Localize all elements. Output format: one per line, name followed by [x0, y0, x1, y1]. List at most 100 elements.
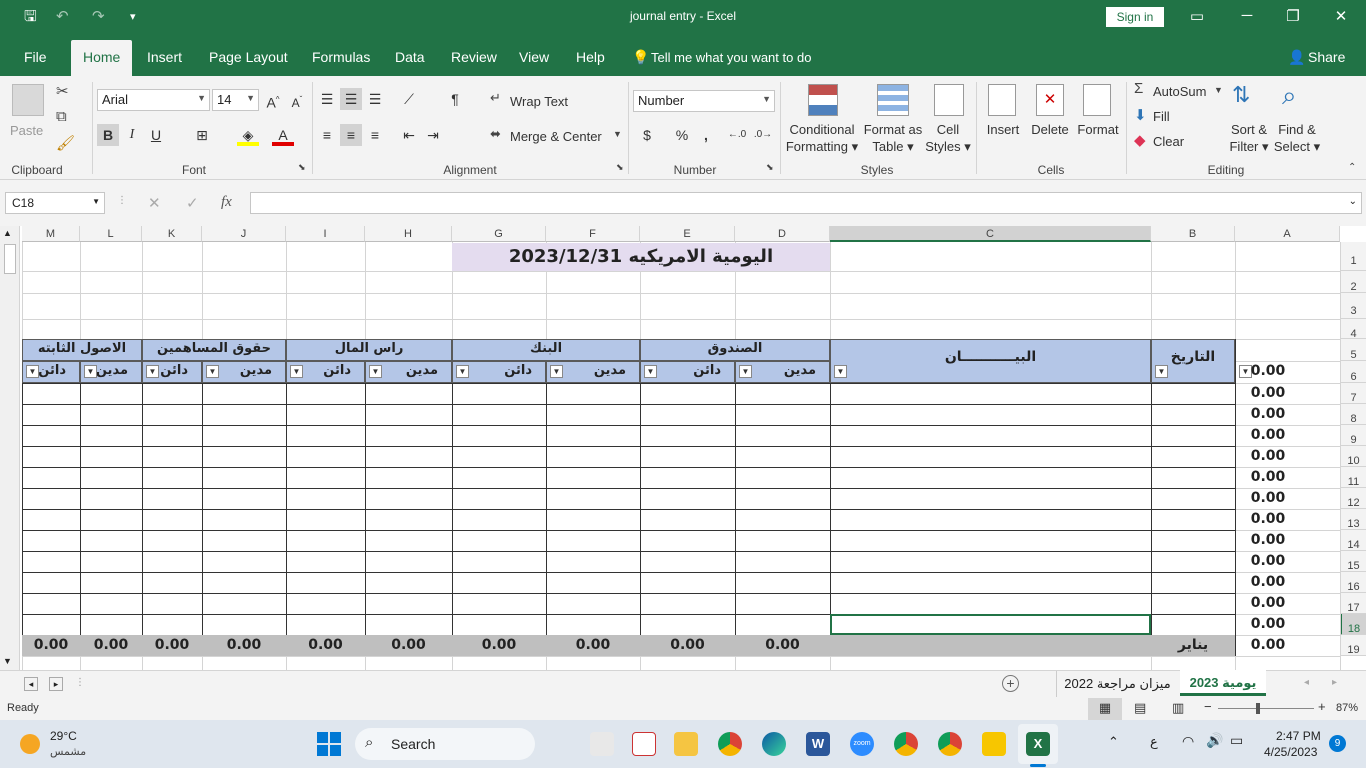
wrap-text-icon[interactable]: ↵	[490, 90, 501, 106]
insert-function-button[interactable]: fx	[221, 194, 232, 211]
tab-split-icon[interactable]: ⋮	[75, 677, 85, 688]
windows-start-icon[interactable]	[317, 732, 341, 756]
worksheet-grid[interactable]: MLKJIHGFEDCBA 1 2 3 4 5 6 7 8 9 10 11 12 13 14 15 16 17 1…	[0, 226, 1366, 670]
chrome-icon[interactable]	[718, 732, 742, 756]
task-view-icon[interactable]	[590, 732, 614, 756]
copy-icon[interactable]: ⧉	[56, 108, 67, 125]
bold-button[interactable]: B	[97, 124, 119, 146]
format-painter-icon[interactable]: 🖌	[56, 134, 75, 152]
word-icon[interactable]: W	[806, 732, 830, 756]
autosum-button[interactable]: AutoSum	[1153, 83, 1206, 100]
vertical-scrollbar[interactable]: ▲ ▼	[0, 226, 20, 670]
conditional-formatting-button[interactable]: Conditional Formatting ▾	[785, 121, 859, 155]
weather-temp[interactable]: 29°C	[50, 729, 77, 743]
row-header-18[interactable]: 18	[1340, 614, 1366, 635]
tray-chevron-icon[interactable]: ⌃	[1108, 734, 1119, 750]
align-right-icon[interactable]: ≡	[364, 124, 386, 146]
align-middle-icon[interactable]: ☰	[340, 88, 362, 110]
row-header-16[interactable]: 16	[1340, 572, 1366, 593]
format-as-table-button[interactable]: Format as Table ▾	[860, 121, 926, 155]
row-header-7[interactable]: 7	[1340, 383, 1366, 404]
filter-dropdown-icon[interactable]: ▼	[739, 365, 752, 378]
battery-icon[interactable]: ▭	[1230, 732, 1243, 749]
clock-time[interactable]: 2:47 PM	[1276, 729, 1321, 743]
tab-file[interactable]: File	[24, 49, 47, 65]
row-header-2[interactable]: 2	[1340, 271, 1366, 293]
alignment-dialog-launcher-icon[interactable]: ⬊	[616, 162, 624, 173]
chrome-profile-2-icon[interactable]	[938, 732, 962, 756]
eraser-icon[interactable]: ◆	[1134, 131, 1146, 149]
filter-dropdown-icon[interactable]: ▼	[369, 365, 382, 378]
tab-formulas[interactable]: Formulas	[312, 49, 370, 65]
sort-filter-button[interactable]: Sort & Filter ▾	[1224, 121, 1274, 155]
merge-center-icon[interactable]: ⬌	[490, 126, 501, 142]
currency-button[interactable]: $	[636, 124, 658, 146]
increase-indent-icon[interactable]: ⇥	[422, 124, 444, 146]
cell-styles-icon[interactable]	[934, 84, 964, 116]
scroll-down-icon[interactable]: ▼	[3, 656, 12, 666]
fill-icon[interactable]: ⬇	[1134, 106, 1147, 124]
column-header-l[interactable]: L	[80, 226, 142, 242]
volume-icon[interactable]: 🔊	[1206, 732, 1223, 749]
column-header-d[interactable]: D	[735, 226, 830, 242]
row-header-13[interactable]: 13	[1340, 509, 1366, 530]
align-bottom-icon[interactable]: ☰	[364, 88, 386, 110]
confirm-entry-icon[interactable]: ✓	[186, 194, 199, 212]
tab-help[interactable]: Help	[576, 49, 605, 65]
tell-me-box[interactable]: Tell me what you want to do	[651, 50, 811, 65]
merge-dropdown-icon[interactable]: ▼	[613, 129, 622, 139]
collapse-ribbon-icon[interactable]: ⌃	[1348, 162, 1356, 173]
align-left-icon[interactable]: ≡	[316, 124, 338, 146]
column-header-m[interactable]: M	[22, 226, 80, 242]
tab-insert[interactable]: Insert	[147, 49, 182, 65]
merge-center-button[interactable]: Merge & Center	[510, 128, 602, 145]
new-sheet-button[interactable]: +	[1002, 675, 1019, 692]
insert-cells-icon[interactable]	[988, 84, 1016, 116]
filter-dropdown-icon[interactable]: ▼	[146, 365, 159, 378]
column-header-i[interactable]: I	[286, 226, 365, 242]
row-header-19[interactable]: 19	[1340, 635, 1366, 656]
formula-input[interactable]: ⌄	[250, 192, 1362, 214]
minimize-button[interactable]: ─	[1232, 7, 1262, 24]
edge-icon[interactable]	[762, 732, 786, 756]
filter-dropdown-icon[interactable]: ▼	[26, 365, 39, 378]
page-layout-view-icon[interactable]: ▤	[1134, 700, 1146, 716]
font-name-combo[interactable]: Arial ▼	[97, 89, 210, 111]
cut-icon[interactable]: ✂	[56, 82, 69, 100]
decrease-font-icon[interactable]: Aˇ	[286, 89, 308, 111]
cancel-entry-icon[interactable]: ✕	[148, 194, 161, 212]
zoom-slider-thumb[interactable]	[1256, 703, 1260, 714]
paste-button[interactable]: Paste	[10, 122, 43, 139]
scroll-right-icon[interactable]: ▸	[1332, 677, 1337, 688]
paste-icon[interactable]	[12, 84, 44, 116]
clock-date[interactable]: 4/25/2023	[1264, 745, 1317, 759]
filter-dropdown-icon[interactable]: ▼	[834, 365, 847, 378]
zoom-out-icon[interactable]: −	[1204, 699, 1212, 714]
decrease-decimal-icon[interactable]: .0→	[752, 124, 774, 146]
format-as-table-icon[interactable]	[877, 84, 909, 116]
wifi-icon[interactable]: ◠	[1182, 733, 1194, 750]
row-header-11[interactable]: 11	[1340, 467, 1366, 488]
borders-icon[interactable]: ⊞	[191, 124, 213, 146]
fill-button[interactable]: Fill	[1153, 108, 1170, 125]
number-format-combo[interactable]: Number ▼	[633, 90, 775, 112]
font-dialog-launcher-icon[interactable]: ⬊	[298, 162, 306, 173]
formula-bar-grip-icon[interactable]: ⋮	[117, 195, 127, 206]
row-header-8[interactable]: 8	[1340, 404, 1366, 425]
conditional-formatting-icon[interactable]	[808, 84, 838, 116]
filter-dropdown-icon[interactable]: ▼	[290, 365, 303, 378]
comma-button[interactable]: ,	[695, 124, 717, 146]
format-cells-button[interactable]: Format	[1076, 121, 1120, 138]
restore-button[interactable]: ❐	[1278, 7, 1308, 25]
tab-review[interactable]: Review	[451, 49, 497, 65]
share-button[interactable]: Share	[1308, 49, 1345, 65]
tab-view[interactable]: View	[519, 49, 549, 65]
scroll-thumb[interactable]	[4, 244, 16, 274]
app-icon[interactable]	[632, 732, 656, 756]
row-header-1[interactable]: 1	[1340, 242, 1366, 271]
sheet-tab-trial-balance[interactable]: ميزان مراجعة 2022	[1056, 671, 1178, 697]
insert-cells-button[interactable]: Insert	[984, 121, 1022, 138]
ribbon-display-icon[interactable]: ▭	[1182, 7, 1212, 25]
zoom-slider[interactable]	[1218, 708, 1314, 709]
filter-dropdown-icon[interactable]: ▼	[550, 365, 563, 378]
